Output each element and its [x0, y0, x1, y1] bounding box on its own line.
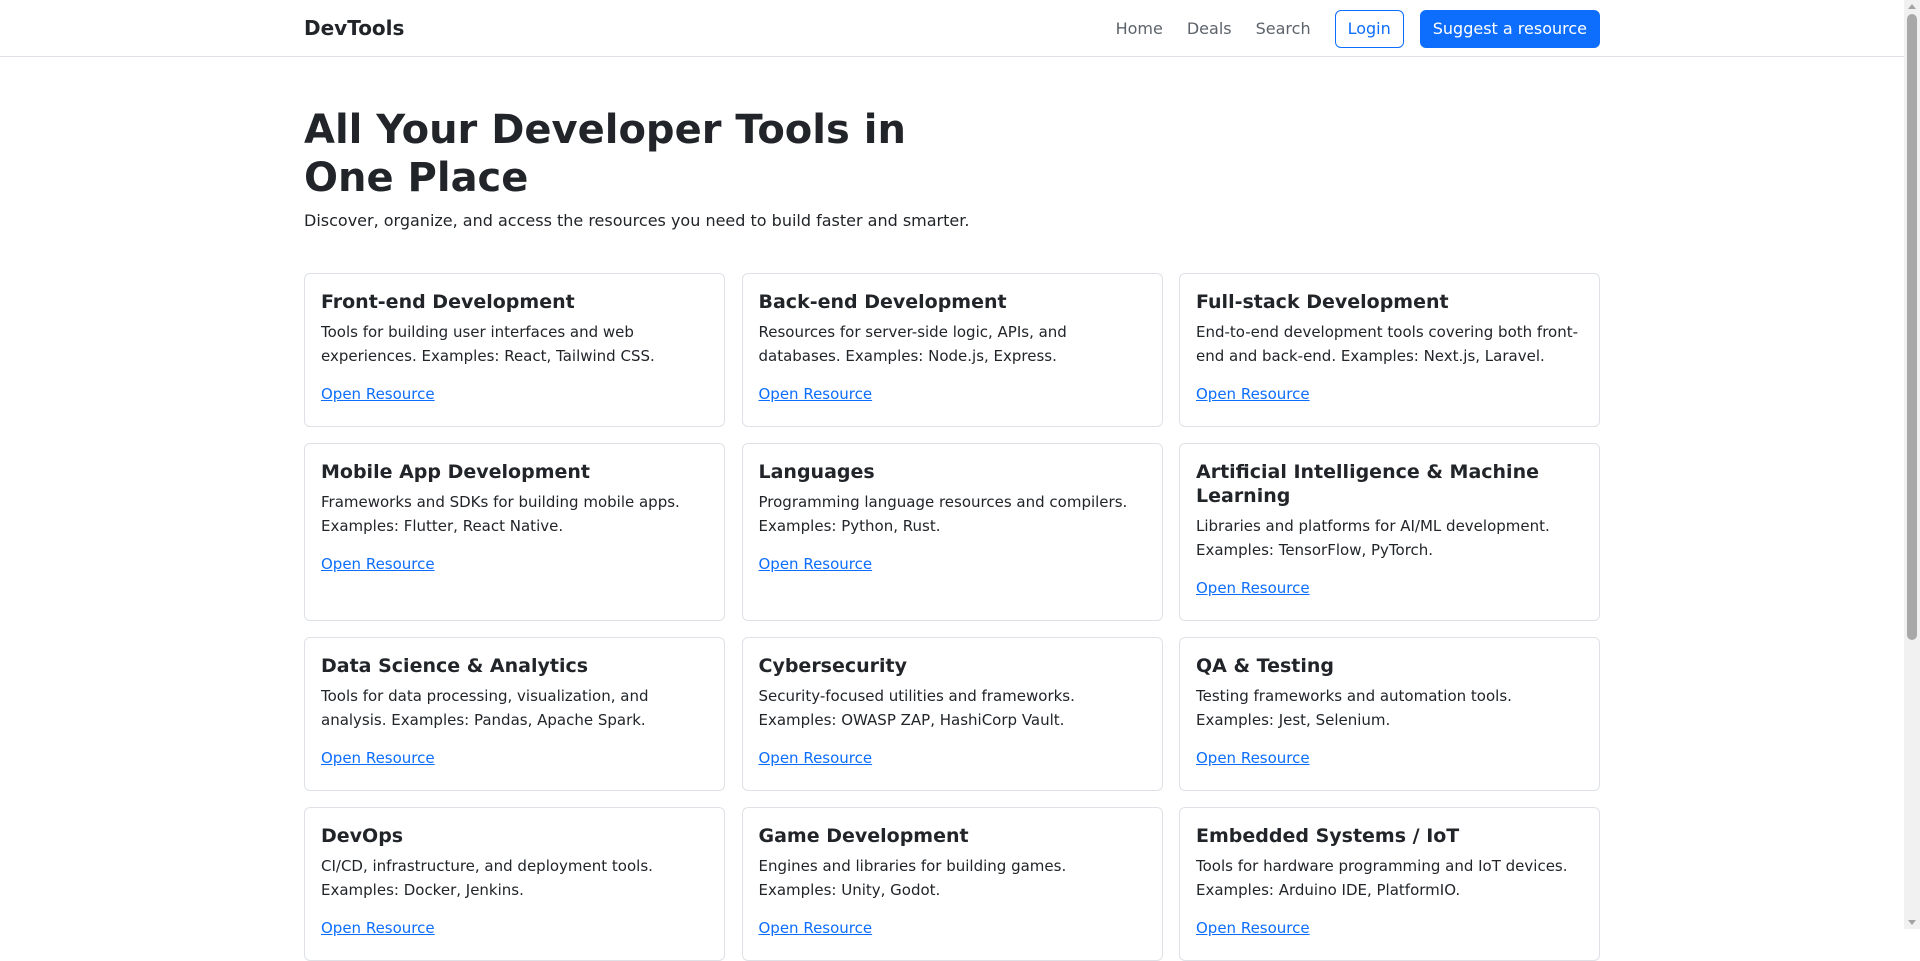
card-description: Libraries and platforms for AI/ML develo… — [1196, 517, 1550, 559]
card-title: Cybersecurity — [758, 655, 908, 677]
open-resource-link[interactable]: Open Resource — [1196, 749, 1310, 767]
resource-card-data-science: Data Science & Analytics Tools for data … — [304, 637, 725, 791]
scrollbar-thumb[interactable] — [1907, 14, 1917, 640]
resource-card-cybersecurity: Cybersecurity Security-focused utilities… — [741, 637, 1163, 791]
card-title: Front-end Development — [321, 291, 575, 313]
card-title: Embedded Systems / IoT — [1196, 825, 1460, 847]
card-title: DevOps — [321, 825, 404, 847]
open-resource-link[interactable]: Open Resource — [759, 555, 873, 573]
resource-card-qa-testing: QA & Testing Testing frameworks and auto… — [1179, 637, 1600, 791]
card-description: Tools for data processing, visualization… — [321, 687, 649, 729]
card-title: Data Science & Analytics — [321, 655, 589, 677]
resource-card-frontend: Front-end Development Tools for building… — [304, 273, 725, 427]
card-description: End-to-end development tools covering bo… — [1196, 323, 1579, 365]
card-description: Engines and libraries for building games… — [758, 857, 1067, 899]
scroll-up-arrow-icon[interactable] — [1908, 4, 1916, 9]
resource-card-game-dev: Game Development Engines and libraries f… — [741, 807, 1163, 961]
resource-card-backend: Back-end Development Resources for serve… — [741, 273, 1163, 427]
nav-links: Home Deals Search Login Suggest a resour… — [1116, 0, 1600, 57]
card-description: Tools for hardware programming and IoT d… — [1196, 857, 1568, 899]
card-description: Resources for server-side logic, APIs, a… — [758, 323, 1067, 365]
resource-card-languages: Languages Programming language resources… — [741, 443, 1163, 621]
card-description: Programming language resources and compi… — [758, 493, 1128, 535]
card-title: Back-end Development — [758, 291, 1007, 313]
open-resource-link[interactable]: Open Resource — [1196, 385, 1310, 403]
card-title: Game Development — [758, 825, 969, 847]
card-description: Testing frameworks and automation tools.… — [1196, 687, 1512, 729]
card-description: Tools for building user interfaces and w… — [321, 323, 655, 365]
open-resource-link[interactable]: Open Resource — [1196, 579, 1310, 597]
brand-logo[interactable]: DevTools — [304, 15, 404, 41]
open-resource-link[interactable]: Open Resource — [759, 919, 873, 937]
nav-link-home[interactable]: Home — [1116, 17, 1163, 41]
page-title: All Your Developer Tools in One Place — [304, 107, 906, 201]
card-title: Mobile App Development — [321, 461, 590, 483]
card-description: Security-focused utilities and framework… — [758, 687, 1075, 729]
suggest-resource-button[interactable]: Suggest a resource — [1419, 9, 1600, 48]
login-button[interactable]: Login — [1334, 9, 1404, 48]
scroll-down-arrow-icon[interactable] — [1908, 920, 1916, 925]
open-resource-link[interactable]: Open Resource — [759, 749, 873, 767]
open-resource-link[interactable]: Open Resource — [759, 385, 873, 403]
page-subtitle: Discover, organize, and access the resou… — [304, 211, 970, 230]
card-title: Languages — [758, 461, 875, 483]
page-scrollbar[interactable] — [1904, 0, 1920, 929]
resource-card-devops: DevOps CI/CD, infrastructure, and deploy… — [304, 807, 725, 961]
resource-grid: Front-end Development Tools for building… — [304, 273, 1600, 961]
open-resource-link[interactable]: Open Resource — [321, 555, 435, 573]
resource-card-fullstack: Full-stack Development End-to-end develo… — [1179, 273, 1600, 427]
open-resource-link[interactable]: Open Resource — [321, 749, 435, 767]
nav-link-search[interactable]: Search — [1256, 17, 1311, 41]
open-resource-link[interactable]: Open Resource — [321, 385, 435, 403]
resource-card-embedded-iot: Embedded Systems / IoT Tools for hardwar… — [1179, 807, 1600, 961]
navbar: DevTools Home Deals Search Login Suggest… — [0, 0, 1904, 57]
card-title: Full-stack Development — [1196, 291, 1449, 313]
card-title: QA & Testing — [1196, 655, 1335, 677]
resource-card-mobile: Mobile App Development Frameworks and SD… — [304, 443, 725, 621]
card-description: CI/CD, infrastructure, and deployment to… — [321, 857, 653, 899]
card-title: Artificial Intelligence & Machine Learni… — [1196, 461, 1539, 507]
open-resource-link[interactable]: Open Resource — [321, 919, 435, 937]
nav-link-deals[interactable]: Deals — [1187, 17, 1232, 41]
card-description: Frameworks and SDKs for building mobile … — [321, 493, 680, 535]
open-resource-link[interactable]: Open Resource — [1196, 919, 1310, 937]
resource-card-ai-ml: Artificial Intelligence & Machine Learni… — [1179, 443, 1600, 621]
